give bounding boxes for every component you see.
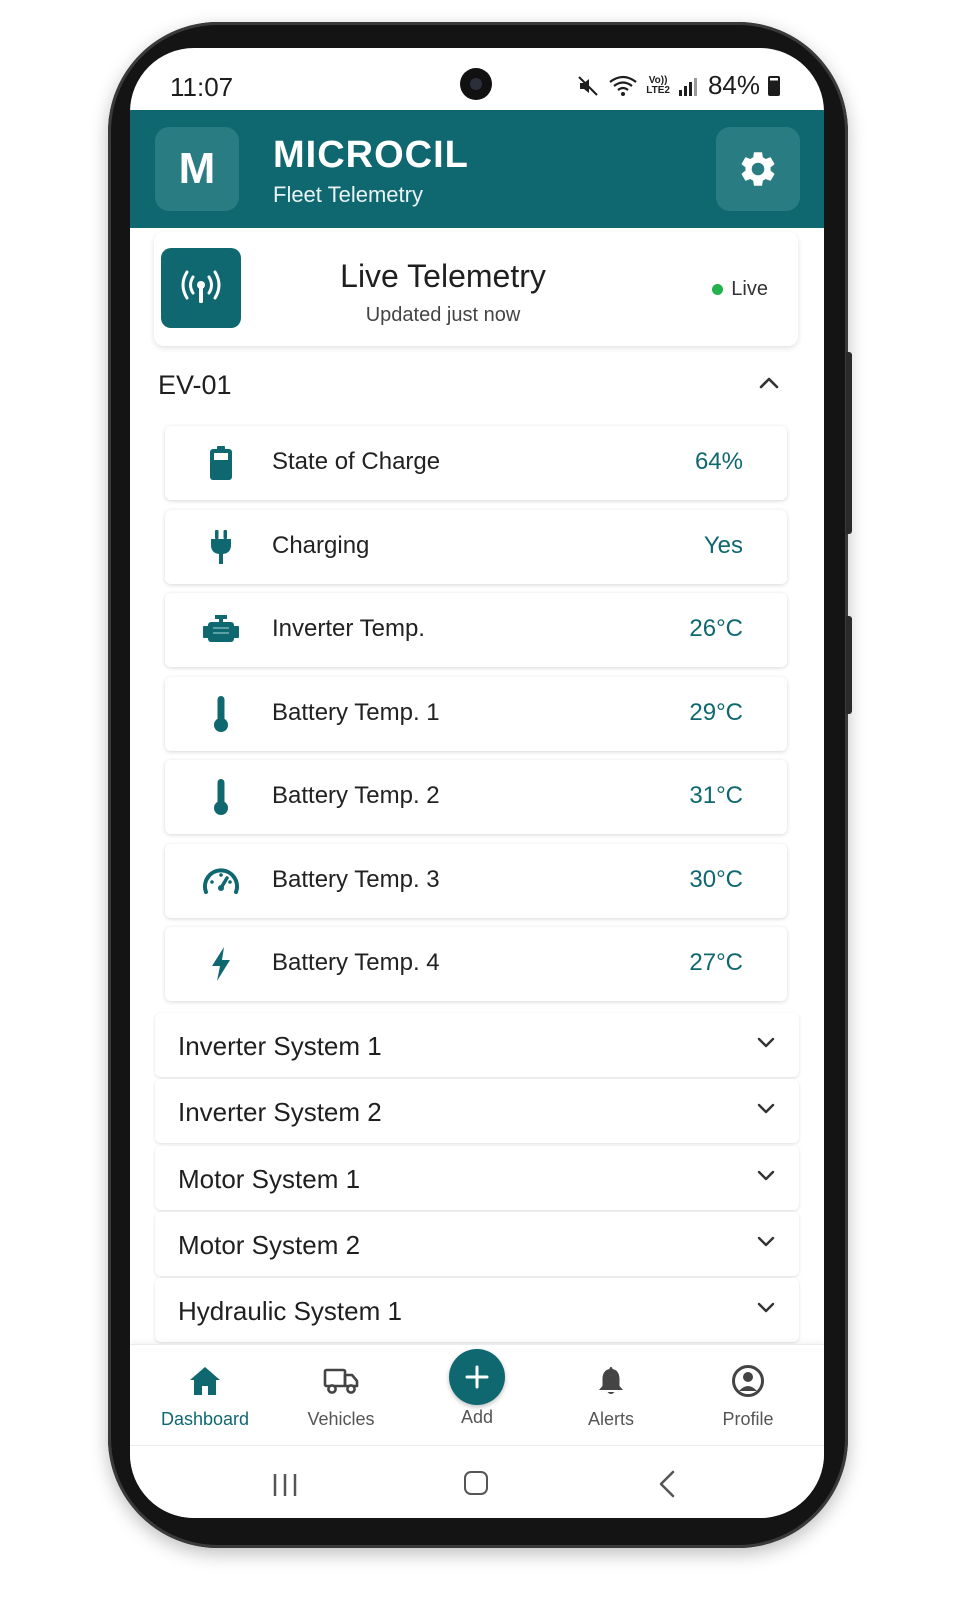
- metric-label: Battery Temp. 2: [272, 782, 440, 809]
- app-logo: M: [155, 127, 239, 211]
- add-button[interactable]: [449, 1349, 505, 1405]
- metric-row-inverter-temp: Inverter Temp. 26°C: [165, 593, 787, 667]
- group-hydraulic-system-1[interactable]: Hydraulic System 1: [155, 1278, 799, 1342]
- antenna-icon: [181, 270, 221, 303]
- truck-icon: [323, 1368, 359, 1394]
- nav-label: Profile: [722, 1409, 774, 1429]
- nav-label: Alerts: [587, 1409, 634, 1429]
- bottom-navigation: Dashboard Vehicles Add Alerts Profile: [130, 1344, 824, 1444]
- chevron-down-icon: [757, 1236, 775, 1247]
- brand-subtitle: Fleet Telemetry: [273, 182, 423, 207]
- group-label: Motor System 2: [178, 1230, 361, 1260]
- live-status-label: Live: [731, 278, 768, 300]
- brand-name: MICROCIL: [273, 134, 469, 176]
- back-icon[interactable]: [658, 1470, 676, 1498]
- gear-icon: [741, 152, 775, 186]
- metric-label: Battery Temp. 1: [272, 699, 440, 726]
- group-motor-system-1[interactable]: Motor System 1: [155, 1146, 799, 1210]
- chevron-down-icon: [757, 1170, 775, 1181]
- home-button-icon[interactable]: [464, 1471, 488, 1495]
- user-circle-icon: [732, 1365, 764, 1397]
- live-telemetry-card: Live Telemetry Updated just now Live: [154, 232, 798, 346]
- group-inverter-system-2[interactable]: Inverter System 2: [155, 1079, 799, 1143]
- group-label: Motor System 1: [178, 1164, 361, 1194]
- status-time: 11:07: [170, 72, 234, 102]
- system-navigation-bar: [130, 1445, 824, 1518]
- nav-dashboard[interactable]: Dashboard: [145, 1363, 265, 1430]
- group-motor-system-2[interactable]: Motor System 2: [155, 1212, 799, 1276]
- nav-vehicles[interactable]: Vehicles: [281, 1363, 401, 1430]
- vehicle-section-title[interactable]: EV-01: [158, 370, 232, 401]
- lightning-icon: [212, 947, 230, 981]
- telemetry-icon-box: [161, 248, 241, 328]
- chevron-up-icon[interactable]: [758, 376, 780, 390]
- metric-value: 27°C: [689, 949, 743, 976]
- metric-row-battery-temp-2: Battery Temp. 2 31°C: [165, 760, 787, 834]
- metric-label: Battery Temp. 4: [272, 949, 440, 976]
- group-label: Inverter System 2: [178, 1097, 382, 1127]
- group-inverter-system-1[interactable]: Inverter System 1: [155, 1013, 799, 1077]
- metric-value: Yes: [703, 532, 743, 559]
- chevron-down-icon: [757, 1103, 775, 1114]
- plug-icon: [211, 530, 231, 564]
- home-icon: [190, 1367, 220, 1395]
- engine-icon: [203, 615, 239, 642]
- nav-label: Vehicles: [307, 1409, 375, 1429]
- battery-status-icon: [768, 75, 780, 96]
- battery-percent: 84%: [707, 70, 760, 100]
- recent-apps-icon[interactable]: [272, 1472, 298, 1498]
- thermometer-icon: [214, 696, 228, 732]
- live-status-badge: Live: [712, 278, 768, 301]
- group-label: Inverter System 1: [178, 1031, 382, 1061]
- power-button: [846, 616, 852, 714]
- metric-row-battery-temp-4: Battery Temp. 4 27°C: [165, 927, 787, 1001]
- group-label: Hydraulic System 1: [178, 1296, 402, 1326]
- front-camera: [460, 68, 492, 100]
- metric-value: 30°C: [689, 866, 743, 893]
- metric-value: 26°C: [689, 615, 743, 642]
- metric-row-state-of-charge: State of Charge 64%: [165, 426, 787, 500]
- add-label: Add: [460, 1407, 494, 1427]
- metric-label: Battery Temp. 3: [272, 866, 440, 893]
- metric-row-charging: Charging Yes: [165, 510, 787, 584]
- battery-icon: [210, 446, 232, 480]
- gauge-icon: [203, 868, 239, 894]
- status-bar: 11:07 Vo)) LTE2 84%: [130, 48, 824, 110]
- metric-value: 64%: [694, 448, 743, 475]
- nav-profile[interactable]: Profile: [688, 1363, 808, 1430]
- chevron-down-icon: [757, 1302, 775, 1313]
- signal-icon: [678, 77, 697, 96]
- thermometer-icon: [214, 779, 228, 815]
- live-telemetry-title: Live Telemetry: [340, 258, 546, 294]
- metric-row-battery-temp-3: Battery Temp. 3 30°C: [165, 844, 787, 918]
- volume-button: [846, 352, 852, 534]
- metric-value: 31°C: [689, 782, 743, 809]
- metric-value: 29°C: [689, 699, 743, 726]
- chevron-down-icon: [757, 1037, 775, 1048]
- metric-row-battery-temp-1: Battery Temp. 1 29°C: [165, 677, 787, 751]
- metric-label: Inverter Temp.: [272, 615, 425, 642]
- volte-label: Vo)) LTE2: [646, 74, 670, 96]
- app-header: M MICROCIL Fleet Telemetry: [130, 110, 824, 228]
- nav-label: Dashboard: [160, 1409, 250, 1429]
- screen: 11:07 Vo)) LTE2 84% M MICROCIL Fleet Tel…: [130, 48, 824, 1518]
- metric-label: Charging: [272, 532, 370, 559]
- nav-alerts[interactable]: Alerts: [551, 1363, 671, 1430]
- live-dot-icon: [712, 284, 724, 295]
- metric-label: State of Charge: [272, 448, 441, 475]
- plus-icon: [465, 1365, 489, 1389]
- wifi-icon: [609, 75, 637, 96]
- bell-icon: [599, 1367, 623, 1394]
- mute-icon: [578, 75, 598, 96]
- last-updated: Updated just now: [365, 304, 521, 326]
- settings-button[interactable]: [716, 127, 800, 211]
- status-icons: Vo)) LTE2 84%: [576, 70, 780, 101]
